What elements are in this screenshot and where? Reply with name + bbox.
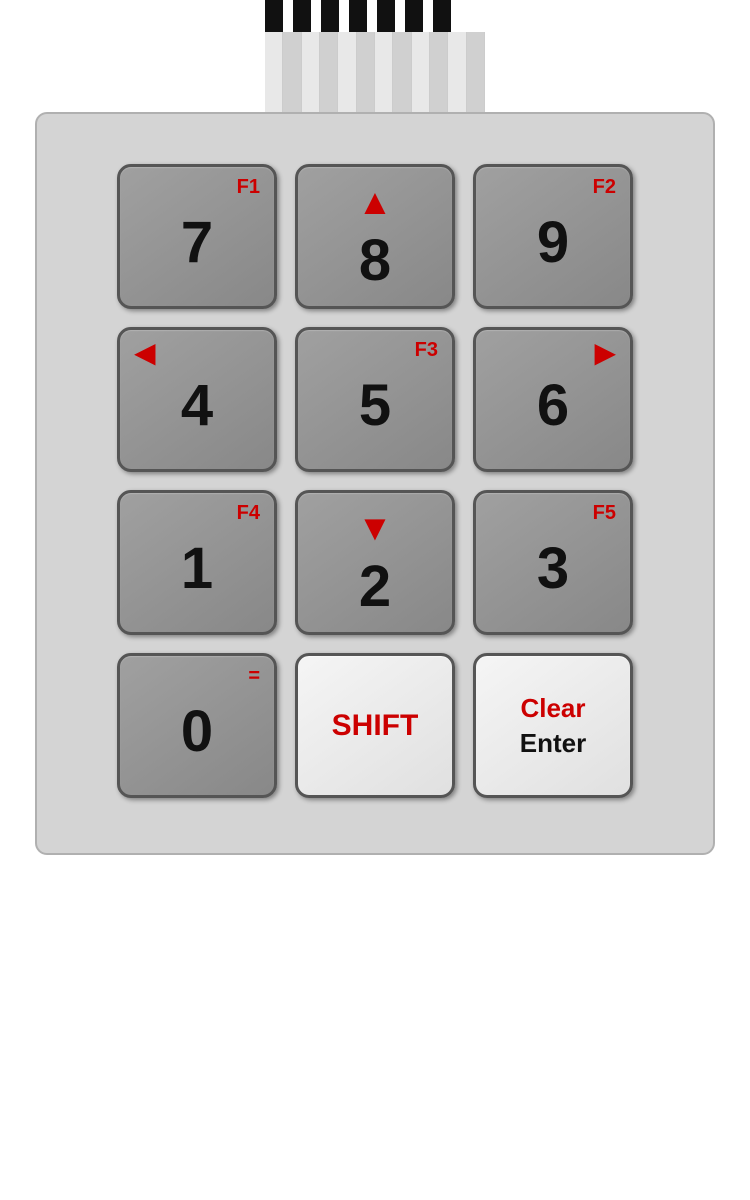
key-8-arrow: ▲	[357, 184, 393, 220]
key-8[interactable]: ▲ 8	[295, 164, 455, 309]
page-wrapper: F1 7 ▲ 8 F2 9 ◀ 4 F3 5	[0, 0, 750, 855]
key-0-top-label: =	[248, 666, 260, 686]
key-1-number: 1	[181, 540, 213, 598]
key-row-3: F4 1 ▼ 2 F5 3	[92, 490, 658, 635]
key-2-number: 2	[359, 558, 391, 616]
key-0[interactable]: = 0	[117, 653, 277, 798]
key-3-number: 3	[537, 540, 569, 598]
key-clear-label: Clear	[520, 693, 585, 724]
key-1[interactable]: F4 1	[117, 490, 277, 635]
key-2-arrow: ▼	[357, 510, 393, 546]
connector-top	[265, 0, 485, 32]
key-clear-enter[interactable]: Clear Enter	[473, 653, 633, 798]
key-0-number: 0	[181, 703, 213, 761]
key-2[interactable]: ▼ 2	[295, 490, 455, 635]
key-9-top-label: F2	[593, 177, 616, 197]
key-5[interactable]: F3 5	[295, 327, 455, 472]
keypad-body: F1 7 ▲ 8 F2 9 ◀ 4 F3 5	[35, 112, 715, 855]
key-4-arrow: ◀	[134, 340, 156, 368]
key-7-top-label: F1	[237, 177, 260, 197]
key-row-2: ◀ 4 F3 5 ▶ 6	[92, 327, 658, 472]
key-4[interactable]: ◀ 4	[117, 327, 277, 472]
key-3-top-label: F5	[593, 503, 616, 523]
key-7[interactable]: F1 7	[117, 164, 277, 309]
key-7-number: 7	[181, 214, 213, 272]
key-9-number: 9	[537, 214, 569, 272]
key-shift[interactable]: SHIFT	[295, 653, 455, 798]
key-9[interactable]: F2 9	[473, 164, 633, 309]
key-8-number: 8	[359, 232, 391, 290]
key-3[interactable]: F5 3	[473, 490, 633, 635]
key-6[interactable]: ▶ 6	[473, 327, 633, 472]
key-1-top-label: F4	[237, 503, 260, 523]
key-6-arrow: ▶	[594, 340, 616, 368]
key-enter-label: Enter	[520, 728, 586, 759]
key-5-number: 5	[359, 377, 391, 435]
key-6-number: 6	[537, 377, 569, 435]
key-row-4: = 0 SHIFT Clear Enter	[92, 653, 658, 798]
ribbon-cable	[265, 32, 485, 112]
key-4-number: 4	[181, 377, 213, 435]
key-5-top-label: F3	[415, 340, 438, 360]
key-row-1: F1 7 ▲ 8 F2 9	[92, 164, 658, 309]
key-shift-label: SHIFT	[332, 709, 419, 743]
connector-area	[265, 0, 485, 112]
